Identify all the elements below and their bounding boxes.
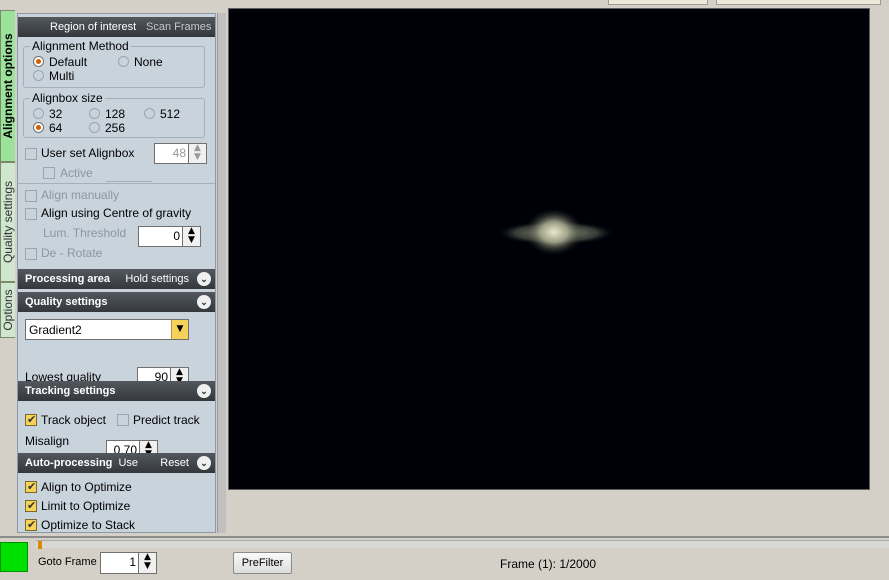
lum-threshold-label: Lum. Threshold: [43, 226, 127, 240]
auto-processing-header[interactable]: Auto-processing Use Reset ⌄: [18, 453, 215, 473]
limit-to-optimize-checkbox[interactable]: [25, 499, 37, 512]
radio-64[interactable]: [33, 122, 44, 133]
alignbox-value: 48: [172, 146, 186, 160]
vertical-tab-column: Alignment options Quality settings Optio…: [0, 10, 15, 538]
divider: [18, 183, 215, 184]
processing-area-header[interactable]: Processing area Hold settings ⌄: [18, 269, 215, 289]
tab-options[interactable]: Options: [0, 282, 15, 338]
planet-image: [494, 202, 619, 262]
tracking-settings-header[interactable]: Tracking settings ⌄: [18, 381, 215, 401]
roi-header-label: Region of interest: [50, 21, 137, 33]
de-rotate-checkbox[interactable]: [25, 248, 37, 260]
align-manually-checkbox[interactable]: [25, 190, 37, 202]
spinner-arrows-icon[interactable]: ▲▼: [182, 227, 200, 246]
goto-frame-spinner[interactable]: 1 ▲ ▼: [100, 552, 157, 574]
top-tab[interactable]: [716, 0, 881, 5]
reset-label[interactable]: Reset: [160, 453, 189, 473]
lum-threshold-spinner[interactable]: 0 ▲ ▼: [138, 226, 201, 247]
timeline-thumb[interactable]: [38, 541, 42, 549]
tracking-settings-label: Tracking settings: [25, 385, 116, 397]
align-manually-label: Align manually: [41, 188, 120, 202]
use-label[interactable]: Use: [118, 453, 138, 473]
chevron-down-icon[interactable]: ⌄: [197, 295, 211, 309]
alignbox-spinner[interactable]: 48 ▲ ▼: [154, 143, 207, 164]
frame-timeline[interactable]: [36, 540, 889, 549]
radio-none[interactable]: [118, 56, 129, 67]
quality-method-value: Gradient2: [29, 323, 82, 337]
radio-default-label: Default: [49, 55, 88, 69]
radio-256[interactable]: [89, 122, 100, 133]
tab-quality-settings[interactable]: Quality settings: [0, 162, 15, 282]
user-set-alignbox-label: User set Alignbox: [41, 146, 135, 160]
prefilter-button[interactable]: PreFilter: [233, 552, 292, 574]
goto-frame-value: 1: [129, 555, 136, 569]
divider: [0, 536, 889, 538]
radio-32-label: 32: [49, 107, 63, 121]
predict-track-checkbox[interactable]: [117, 414, 129, 426]
radio-512-label: 512: [160, 107, 181, 121]
status-indicator: [0, 542, 28, 572]
radio-128[interactable]: [89, 108, 100, 119]
processing-area-label: Processing area: [25, 273, 110, 285]
goto-frame-label: Goto Frame: [38, 556, 97, 568]
quality-settings-label: Quality settings: [25, 296, 108, 308]
limit-to-optimize-label: Limit to Optimize: [41, 499, 131, 513]
align-to-optimize-checkbox[interactable]: [25, 480, 37, 493]
chevron-down-icon[interactable]: ▼: [171, 320, 188, 339]
tab-label: Options: [1, 289, 15, 331]
radio-default[interactable]: [33, 56, 44, 67]
alignbox-size-legend: Alignbox size: [30, 91, 105, 105]
panel-scrollbar[interactable]: [217, 13, 226, 533]
radio-32[interactable]: [33, 108, 44, 119]
radio-256-label: 256: [105, 121, 126, 135]
misalign-label: Misalign: [25, 434, 70, 448]
align-to-optimize-label: Align to Optimize: [41, 480, 132, 494]
alignment-method-legend: Alignment Method: [30, 39, 131, 53]
track-object-checkbox[interactable]: [25, 413, 37, 426]
align-cog-label: Align using Centre of gravity: [41, 206, 192, 220]
radio-64-label: 64: [49, 121, 63, 135]
user-set-alignbox-checkbox[interactable]: [25, 148, 37, 160]
optimize-to-stack-checkbox[interactable]: [25, 518, 37, 531]
optimize-to-stack-label: Optimize to Stack: [41, 518, 136, 532]
radio-128-label: 128: [105, 107, 126, 121]
chevron-down-icon[interactable]: ⌄: [197, 384, 211, 398]
radio-none-label: None: [134, 55, 163, 69]
tab-alignment-options[interactable]: Alignment options: [0, 10, 15, 162]
lum-threshold-value: 0: [173, 229, 180, 243]
auto-processing-label: Auto-processing: [25, 457, 113, 469]
radio-512[interactable]: [144, 108, 155, 119]
chevron-down-icon[interactable]: ⌄: [197, 456, 211, 470]
roi-header[interactable]: Region of interest Scan Frames: [18, 17, 215, 37]
scan-frames-label[interactable]: Scan Frames: [146, 17, 211, 37]
frame-status: Frame (1): 1/2000: [500, 557, 597, 571]
quality-method-select[interactable]: Gradient2 ▼: [25, 319, 189, 340]
de-rotate-label: De - Rotate: [41, 246, 103, 260]
divider: [106, 181, 152, 182]
chevron-down-icon[interactable]: ⌄: [197, 272, 211, 286]
track-object-label: Track object: [41, 413, 106, 427]
quality-settings-header[interactable]: Quality settings ⌄: [18, 292, 215, 312]
active-checkbox[interactable]: [43, 167, 55, 179]
radio-multi-label: Multi: [49, 69, 75, 83]
options-panel: Region of interest Scan Frames Alignment…: [17, 13, 216, 533]
tab-label: Quality settings: [1, 180, 15, 264]
active-label: Active: [60, 166, 93, 180]
radio-multi[interactable]: [33, 70, 44, 81]
spinner-arrows-icon[interactable]: ▲▼: [138, 553, 156, 573]
frame-view[interactable]: [228, 8, 870, 490]
spinner-arrows-icon[interactable]: ▲▼: [188, 144, 206, 163]
tab-label: Alignment options: [1, 33, 15, 139]
predict-track-label: Predict track: [133, 413, 200, 427]
top-tab[interactable]: [608, 0, 708, 5]
align-cog-checkbox[interactable]: [25, 208, 37, 220]
hold-settings-label[interactable]: Hold settings: [125, 269, 189, 289]
